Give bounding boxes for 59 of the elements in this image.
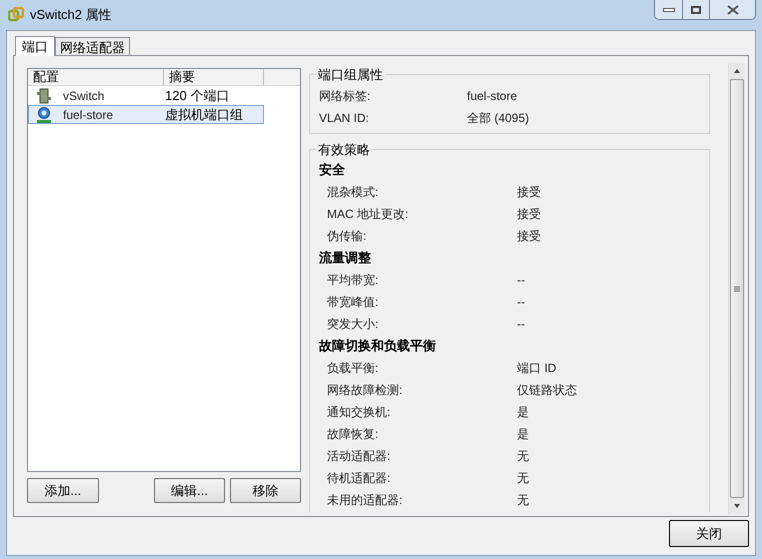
policy-value: 是 bbox=[517, 404, 529, 421]
row-summary: 虚拟机端口组 bbox=[164, 106, 243, 124]
row-summary: 120 个端口 bbox=[164, 86, 230, 105]
section-heading: 安全 bbox=[319, 161, 345, 180]
tab[interactable]: 网络适配器 bbox=[55, 37, 130, 55]
window-title: vSwitch2 属性 bbox=[30, 6, 112, 24]
section-heading: 故障切换和负载平衡 bbox=[319, 337, 436, 356]
list-row[interactable]: vSwitch 120 个端口 bbox=[28, 86, 264, 105]
policy-label: 平均带宽: bbox=[327, 272, 380, 289]
policy-value: 仅链路状态 bbox=[517, 382, 577, 399]
policy-value: 接受 bbox=[517, 228, 541, 245]
policy-value: -- bbox=[517, 294, 525, 311]
policy-label: 待机适配器: bbox=[327, 470, 392, 487]
policy-value: 端口 ID bbox=[517, 360, 556, 377]
policy-value: 无 bbox=[517, 492, 529, 509]
policy-label: 活动适配器: bbox=[327, 448, 392, 465]
group-title: 有效策略 bbox=[317, 140, 371, 158]
policy-label: 突发大小: bbox=[327, 316, 380, 333]
policy-value: 无 bbox=[517, 470, 529, 487]
close-button[interactable] bbox=[710, 0, 755, 19]
column-header[interactable]: 配置 bbox=[28, 69, 164, 85]
policy-label: 负载平衡: bbox=[327, 360, 380, 377]
column-header[interactable]: 摘要 bbox=[164, 69, 264, 85]
policy-value: 接受 bbox=[517, 184, 541, 201]
remove-button[interactable]: 移除 bbox=[230, 478, 301, 503]
policy-value: 接受 bbox=[517, 206, 541, 223]
policy-value: -- bbox=[517, 272, 525, 289]
minimize-button[interactable] bbox=[655, 0, 683, 19]
maximize-button[interactable] bbox=[683, 0, 710, 19]
group-title: 端口组属性 bbox=[317, 66, 384, 84]
property-label: VLAN ID: bbox=[319, 110, 370, 126]
scrollbar[interactable] bbox=[728, 63, 745, 514]
policy-label: 通知交换机: bbox=[327, 404, 392, 421]
property-value: 全部 (4095) bbox=[467, 110, 530, 126]
switch-icon bbox=[37, 88, 51, 104]
policy-label: 未用的适配器: bbox=[327, 492, 404, 509]
app-logo-icon bbox=[8, 7, 24, 23]
policy-label: MAC 地址更改: bbox=[327, 206, 410, 223]
close-dialog-button[interactable]: 关闭 bbox=[669, 520, 749, 547]
tab[interactable]: 端口 bbox=[15, 36, 55, 56]
policy-value: 是 bbox=[517, 426, 529, 443]
close-icon bbox=[726, 4, 738, 14]
row-name: vSwitch bbox=[62, 88, 106, 104]
add-button[interactable]: 添加... bbox=[27, 478, 99, 503]
list-row[interactable]: fuel-store 虚拟机端口组 bbox=[28, 105, 264, 124]
policy-value: -- bbox=[517, 316, 525, 333]
section-heading: 流量调整 bbox=[319, 249, 371, 268]
edit-button[interactable]: 编辑... bbox=[154, 478, 226, 503]
network-globe-icon bbox=[36, 106, 52, 122]
policy-value: 无 bbox=[517, 448, 529, 465]
grip-icon bbox=[734, 286, 740, 292]
policy-label: 故障恢复: bbox=[327, 426, 380, 443]
property-value: fuel-store bbox=[467, 88, 518, 104]
property-label: 网络标签: bbox=[319, 88, 372, 104]
policy-label: 网络故障检测: bbox=[327, 382, 404, 399]
policy-label: 混杂模式: bbox=[327, 184, 380, 201]
policy-label: 伪传输: bbox=[327, 228, 368, 245]
row-name: fuel-store bbox=[62, 106, 114, 124]
policy-label: 带宽峰值: bbox=[327, 294, 380, 311]
